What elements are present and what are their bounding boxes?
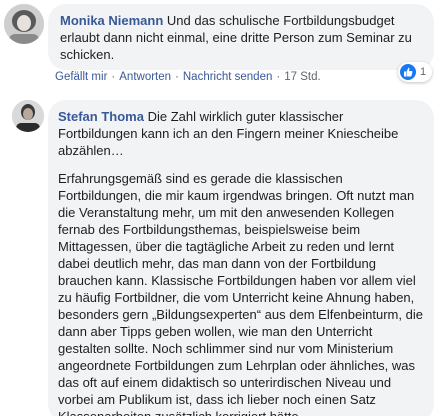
separator-dot: · xyxy=(111,71,116,83)
separator-dot: · xyxy=(276,71,281,83)
separator-dot: · xyxy=(175,71,179,83)
reply-link[interactable]: Antworten xyxy=(119,71,171,83)
send-message-link[interactable]: Nachricht senden xyxy=(183,71,273,83)
comment-bubble-1: Monika Niemann Und das schulische Fortbi… xyxy=(48,4,434,70)
reaction-count-badge[interactable]: 1 xyxy=(398,62,433,82)
comment-intro-paragraph: Stefan Thoma Die Zahl wirklich guter kla… xyxy=(58,108,424,159)
avatar-monika-niemann[interactable] xyxy=(4,4,44,44)
comment-thread: Monika Niemann Und das schulische Fortbi… xyxy=(0,0,442,416)
comment-body-paragraph: Erfahrungsgemäß sind es gerade die klass… xyxy=(58,171,423,416)
avatar-photo-icon xyxy=(4,4,44,44)
avatar-stefan-thoma[interactable] xyxy=(12,100,44,132)
comment-actions-1: Gefällt mir · Antworten · Nachricht senden · 1… xyxy=(55,71,321,83)
comment-author-name[interactable]: Monika Niemann xyxy=(60,13,163,28)
comment-bubble-2: Stefan Thoma Die Zahl wirklich guter kla… xyxy=(48,100,434,416)
like-icon xyxy=(400,64,416,80)
like-link[interactable]: Gefällt mir xyxy=(55,71,107,83)
comment-author-name[interactable]: Stefan Thoma xyxy=(58,109,144,124)
comment-timestamp[interactable]: 17 Std. xyxy=(284,71,320,83)
avatar-photo-icon xyxy=(12,100,44,132)
reaction-count: 1 xyxy=(420,66,427,78)
